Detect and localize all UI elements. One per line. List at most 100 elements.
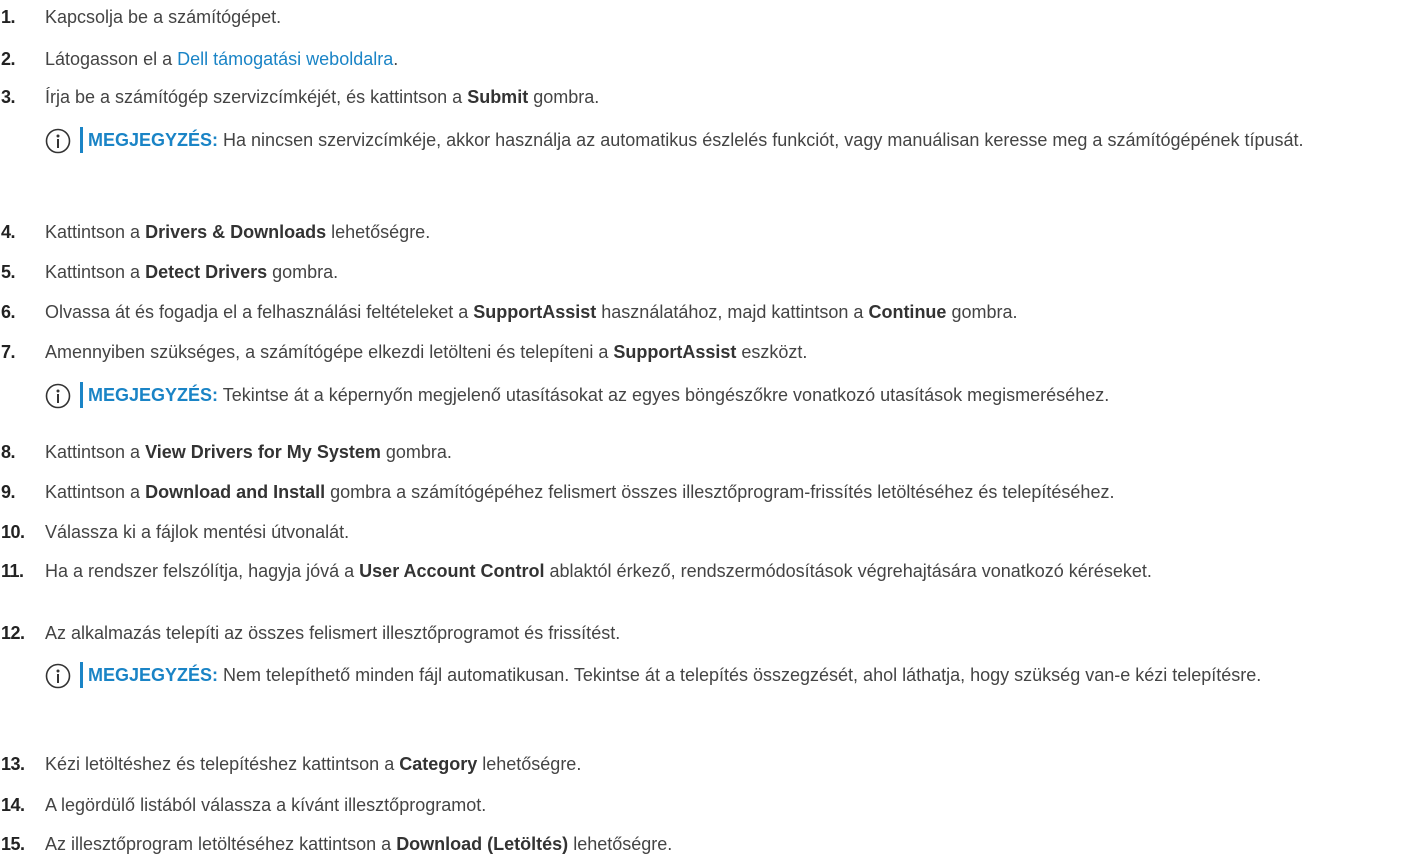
ui-term: SupportAssist (473, 302, 597, 322)
step-number: 13. (1, 754, 25, 774)
ui-term: Submit (467, 87, 529, 107)
ui-term: User Account Control (359, 561, 545, 581)
step-item: 6. Olvassa át és fogadja el a felhasználá… (0, 299, 1375, 325)
step-text-fragment: eszközt. (736, 342, 808, 362)
step-number: 5. (1, 262, 16, 282)
step-text: Kattintson a Drivers & Downloads lehetős… (45, 219, 1375, 245)
step-text: A legördülő listából válassza a kívánt i… (45, 792, 1375, 818)
ui-term: View Drivers for My System (145, 442, 381, 462)
step-text-fragment: Kapcsolja be a számítógépet. (45, 7, 282, 27)
step-text-fragment: gombra. (380, 442, 452, 462)
ui-term: Download and Install (145, 482, 326, 502)
step-text-fragment: Az alkalmazás telepíti az összes felisme… (45, 623, 621, 643)
note-text: Tekintse át a képernyőn megjelenő utasít… (218, 385, 1110, 405)
note-text: Ha nincsen szervizcímkéje, akkor használ… (218, 130, 1304, 150)
step-item: 3. Írja be a számítógép szervizcímkéjét, … (0, 84, 1375, 110)
note-body: MEGJEGYZÉS: Nem telepíthető minden fájl … (80, 660, 1370, 690)
step-text-fragment: lehetőségre. (568, 834, 673, 854)
note-body: MEGJEGYZÉS: Tekintse át a képernyőn megj… (80, 380, 1370, 410)
step-text: Az alkalmazás telepíti az összes felisme… (45, 620, 1375, 646)
info-icon (45, 383, 71, 409)
step-number: 2. (1, 49, 16, 69)
ui-term: Detect Drivers (145, 262, 268, 282)
step-text: Kézi letöltéshez és telepítéshez kattint… (45, 751, 1375, 777)
step-text-fragment: használatához, majd kattintson a (596, 302, 869, 322)
step-number: 15. (1, 834, 25, 854)
step-item: 1. Kapcsolja be a számítógépet. (0, 4, 1375, 30)
note-text: Nem telepíthető minden fájl automatikusa… (218, 665, 1262, 685)
step-item: 2. Látogasson el a Dell támogatási webold… (0, 46, 1375, 72)
step-text: Olvassa át és fogadja el a felhasználási… (45, 299, 1375, 325)
note-accent-bar (80, 382, 83, 408)
note-callout: MEGJEGYZÉS: Ha nincsen szervizcímkéje, a… (45, 125, 1370, 155)
step-text: Kapcsolja be a számítógépet. (45, 4, 1375, 30)
step-text-fragment: . (393, 49, 399, 69)
step-text-fragment: Válassza ki a fájlok mentési útvonalát. (45, 522, 350, 542)
note-accent-bar (80, 127, 83, 153)
step-item: 5. Kattintson a Detect Drivers gombra. (0, 259, 1375, 285)
step-item: 4. Kattintson a Drivers & Downloads lehet… (0, 219, 1375, 245)
step-text: Ha a rendszer felszólítja, hagyja jóvá a… (45, 558, 1375, 584)
step-text-fragment: Kattintson a (45, 442, 146, 462)
note-callout: MEGJEGYZÉS: Tekintse át a képernyőn megj… (45, 380, 1370, 410)
step-text-fragment: Ha a rendszer felszólítja, hagyja jóvá a (45, 561, 360, 581)
note-label: MEGJEGYZÉS: (88, 665, 219, 685)
ui-term: Download (Letöltés) (396, 834, 569, 854)
step-item: 11. Ha a rendszer felszólítja, hagyja jóv… (0, 558, 1375, 584)
ui-term: SupportAssist (613, 342, 737, 362)
step-item: 7. Amennyiben szükséges, a számítógépe el… (0, 339, 1375, 365)
step-text-fragment: gombra. (267, 262, 339, 282)
step-item: 10. Válassza ki a fájlok mentési útvonalá… (0, 519, 1375, 545)
step-text: Kattintson a Download and Install gombra… (45, 479, 1375, 505)
info-icon (45, 663, 71, 689)
step-number: 9. (1, 482, 16, 502)
note-callout: MEGJEGYZÉS: Nem telepíthető minden fájl … (45, 660, 1370, 690)
step-text-fragment: Kézi letöltéshez és telepítéshez kattint… (45, 754, 400, 774)
step-item: 13. Kézi letöltéshez és telepítéshez katt… (0, 751, 1375, 777)
step-text-fragment: Kattintson a (45, 262, 146, 282)
step-text-fragment: A legördülő listából válassza a kívánt i… (45, 795, 487, 815)
step-text-fragment: Amennyiben szükséges, a számítógépe elke… (45, 342, 614, 362)
step-number: 7. (1, 342, 16, 362)
support-site-link[interactable]: Dell támogatási weboldalra (177, 49, 393, 69)
document-page: 1. Kapcsolja be a számítógépet. 2. Látogass… (0, 0, 1405, 854)
step-text-fragment: gombra a számítógépéhez felismert összes… (325, 482, 1115, 502)
step-number: 14. (1, 795, 25, 815)
step-text-fragment: gombra. (528, 87, 600, 107)
step-text: Kattintson a View Drivers for My System … (45, 439, 1375, 465)
step-text: Látogasson el a Dell támogatási weboldal… (45, 46, 1375, 72)
step-number: 10. (1, 522, 25, 542)
step-number: 12. (1, 623, 25, 643)
step-text-fragment: Kattintson a (45, 222, 146, 242)
ui-term: Category (399, 754, 478, 774)
note-label: MEGJEGYZÉS: (88, 130, 219, 150)
step-text-fragment: Olvassa át és fogadja el a felhasználási… (45, 302, 474, 322)
info-icon (45, 128, 71, 154)
note-body: MEGJEGYZÉS: Ha nincsen szervizcímkéje, a… (80, 125, 1370, 155)
step-item: 12. Az alkalmazás telepíti az összes feli… (0, 620, 1375, 646)
step-text-fragment: Írja be a számítógép szervizcímkéjét, és… (45, 87, 468, 107)
step-text: Írja be a számítógép szervizcímkéjét, és… (45, 84, 1375, 110)
note-accent-bar (80, 662, 83, 688)
step-item: 15. Az illesztőprogram letöltéséhez katti… (0, 831, 1375, 857)
step-text-fragment: Az illesztőprogram letöltéséhez kattints… (45, 834, 397, 854)
step-number: 1. (1, 7, 16, 27)
step-text: Válassza ki a fájlok mentési útvonalát. (45, 519, 1375, 545)
step-item: 8. Kattintson a View Drivers for My Syste… (0, 439, 1375, 465)
step-number: 3. (1, 87, 16, 107)
step-text: Kattintson a Detect Drivers gombra. (45, 259, 1375, 285)
ui-term: Drivers & Downloads (145, 222, 327, 242)
step-number: 8. (1, 442, 16, 462)
step-text: Az illesztőprogram letöltéséhez kattints… (45, 831, 1375, 857)
step-text: Amennyiben szükséges, a számítógépe elke… (45, 339, 1375, 365)
step-text-fragment: lehetőségre. (477, 754, 582, 774)
step-text-fragment: gombra. (946, 302, 1018, 322)
step-text-fragment: lehetőségre. (326, 222, 431, 242)
ui-term: Continue (868, 302, 947, 322)
step-number: 6. (1, 302, 16, 322)
step-text-fragment: ablaktól érkező, rendszermódosítások vég… (544, 561, 1152, 581)
step-text-fragment: Kattintson a (45, 482, 146, 502)
step-number: 4. (1, 222, 16, 242)
note-label: MEGJEGYZÉS: (88, 385, 219, 405)
step-item: 14. A legördülő listából válassza a kíván… (0, 792, 1375, 818)
